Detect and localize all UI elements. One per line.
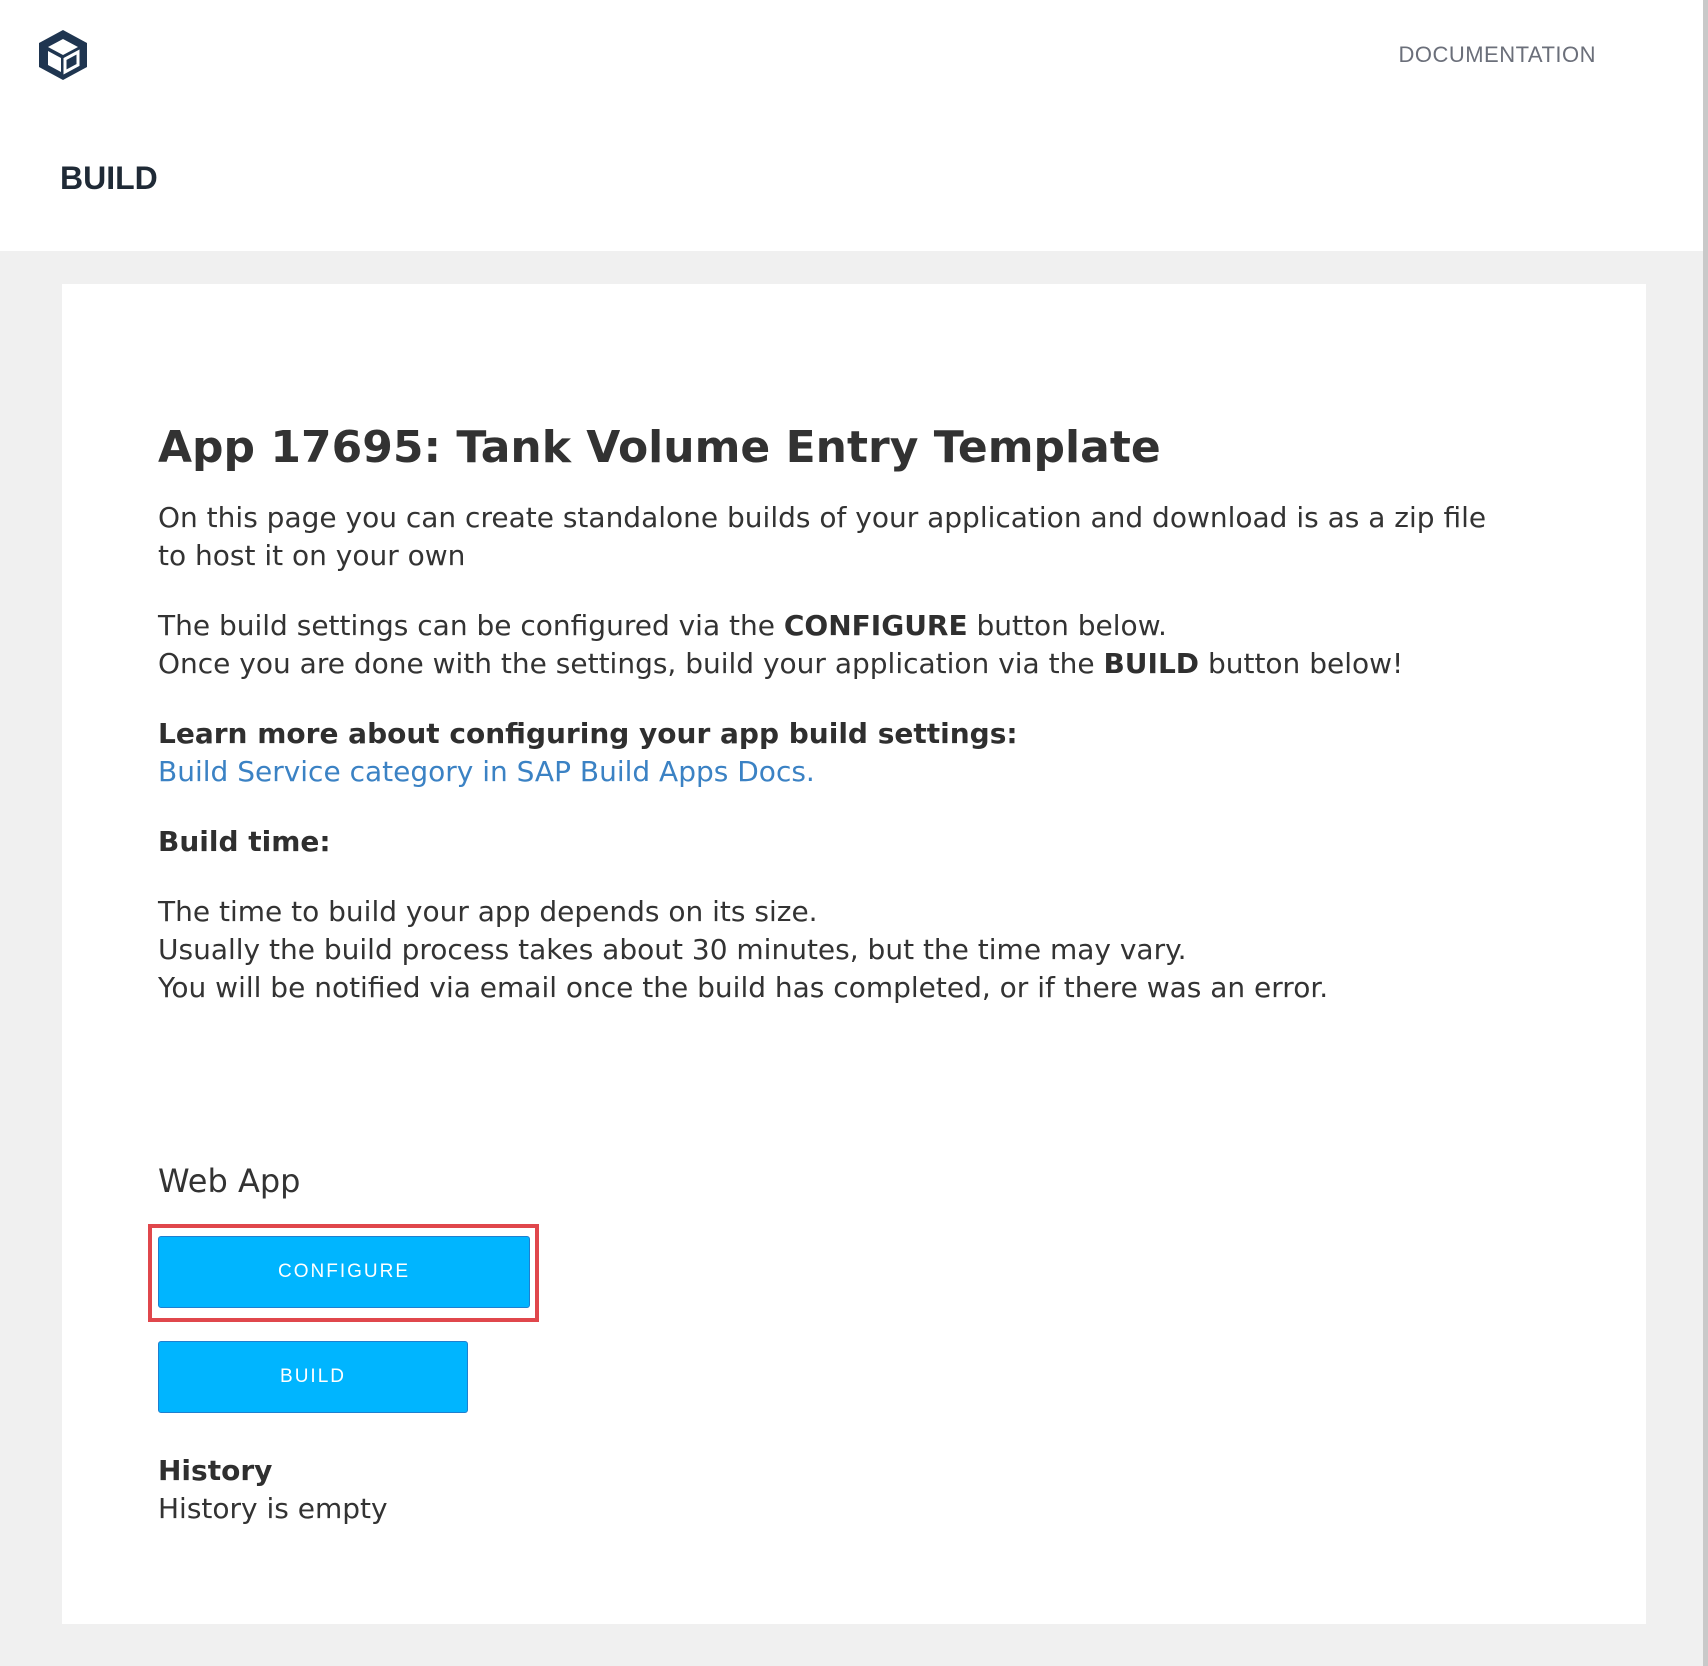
build-time-line: The time to build your app depends on it… — [158, 894, 818, 928]
page-heading: BUILD — [60, 160, 158, 196]
top-header: DOCUMENTATION BUILD — [0, 0, 1708, 251]
build-time-line: Usually the build process takes about 30… — [158, 932, 1187, 966]
configure-keyword: CONFIGURE — [783, 608, 968, 642]
instructions-text: The build settings can be configured via… — [158, 607, 1488, 683]
build-time-line: You will be notified via email once the … — [158, 970, 1329, 1004]
build-info: App 17695: Tank Volume Entry Template On… — [158, 422, 1488, 1039]
web-app-label: Web App — [158, 1162, 301, 1200]
history-section: History History is empty — [158, 1452, 388, 1528]
documentation-link[interactable]: DOCUMENTATION — [1398, 42, 1596, 68]
configure-button[interactable]: CONFIGURE — [158, 1236, 530, 1308]
learn-more-block: Learn more about configuring your app bu… — [158, 715, 1488, 791]
build-button[interactable]: BUILD — [158, 1341, 468, 1413]
build-time-text: The time to build your app depends on it… — [158, 893, 1488, 1007]
configure-line-suffix: button below. — [967, 608, 1167, 642]
docs-link[interactable]: Build Service category in SAP Build Apps… — [158, 755, 815, 788]
intro-text: On this page you can create standalone b… — [158, 500, 1487, 572]
configure-line-prefix: The build settings can be configured via… — [158, 608, 784, 642]
build-keyword: BUILD — [1103, 646, 1200, 680]
build-line-prefix: Once you are done with the settings, bui… — [158, 646, 1104, 680]
build-line-suffix: button below! — [1199, 646, 1404, 680]
app-title: App 17695: Tank Volume Entry Template — [158, 422, 1161, 473]
learn-more-label: Learn more about configuring your app bu… — [158, 716, 1018, 750]
app-logo-icon[interactable] — [36, 28, 90, 82]
history-empty-text: History is empty — [158, 1492, 388, 1525]
build-time-label: Build time: — [158, 824, 331, 858]
window-edge — [1703, 0, 1708, 1666]
history-title: History — [158, 1454, 273, 1487]
build-card: App 17695: Tank Volume Entry Template On… — [62, 284, 1646, 1624]
